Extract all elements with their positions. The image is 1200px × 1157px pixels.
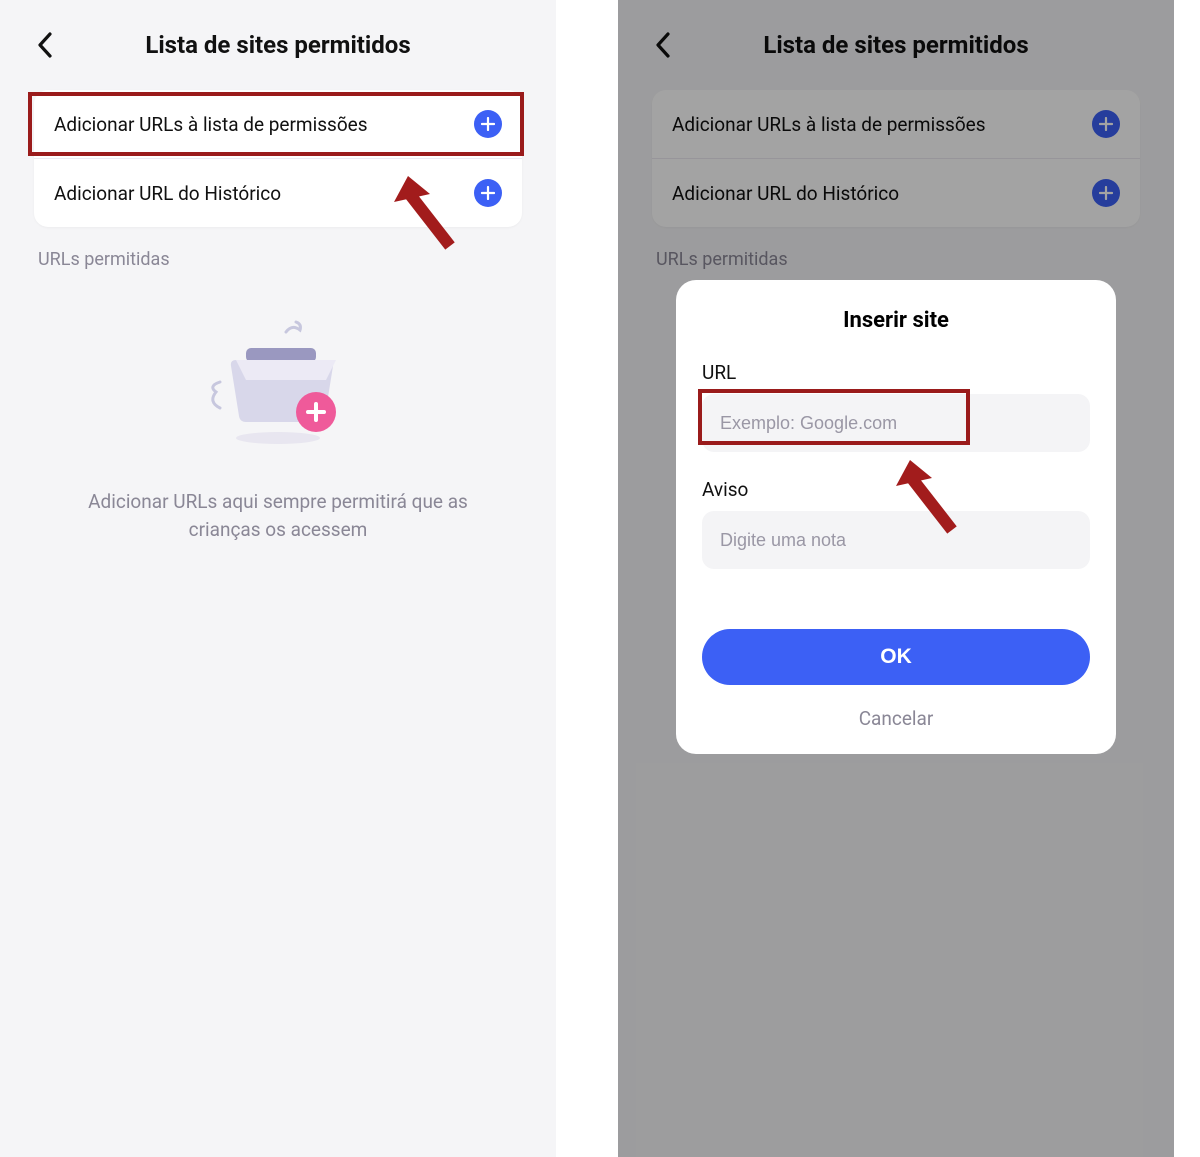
phone-right: Lista de sites permitidos Adicionar URLs…: [618, 0, 1174, 1157]
section-label: URLs permitidas: [38, 249, 518, 270]
screenshot-divider: [576, 0, 596, 1157]
url-input[interactable]: [702, 394, 1090, 452]
empty-state-text: Adicionar URLs aqui sempre permitirá que…: [68, 488, 488, 543]
row-label: Adicionar URLs à lista de permissões: [54, 113, 368, 136]
row-label: Adicionar URL do Histórico: [54, 182, 281, 205]
header: Lista de sites permitidos: [0, 0, 556, 90]
plus-icon: [474, 179, 502, 207]
ok-button[interactable]: OK: [702, 629, 1090, 685]
insert-site-modal: Inserir site URL Aviso OK Cancelar: [676, 280, 1116, 754]
plus-icon: [474, 110, 502, 138]
phone-left: Lista de sites permitidos Adicionar URLs…: [0, 0, 556, 1157]
page-title: Lista de sites permitidos: [145, 31, 410, 59]
gap: [596, 0, 618, 1157]
cancel-button[interactable]: Cancelar: [702, 693, 1090, 734]
note-input[interactable]: [702, 511, 1090, 569]
chevron-left-icon: [37, 32, 53, 58]
note-label: Aviso: [702, 478, 1090, 501]
add-urls-allowlist-row[interactable]: Adicionar URLs à lista de permissões: [34, 90, 522, 158]
empty-folder-illustration: [198, 320, 358, 450]
url-label: URL: [702, 361, 1090, 384]
modal-title: Inserir site: [702, 308, 1090, 333]
note-field-group: Aviso: [702, 478, 1090, 569]
dual-screenshot-container: Lista de sites permitidos Adicionar URLs…: [0, 0, 1200, 1157]
back-button[interactable]: [30, 30, 60, 60]
options-card: Adicionar URLs à lista de permissões Adi…: [34, 90, 522, 227]
url-field-group: URL: [702, 361, 1090, 452]
empty-state: Adicionar URLs aqui sempre permitirá que…: [0, 270, 556, 543]
add-url-from-history-row[interactable]: Adicionar URL do Histórico: [34, 158, 522, 227]
